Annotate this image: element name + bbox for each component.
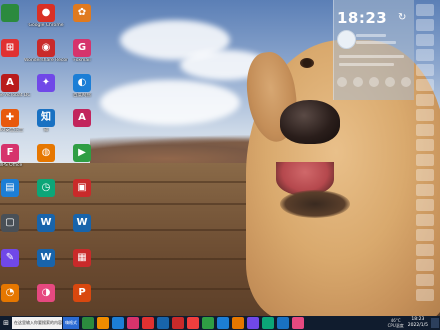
app-icon: ▣ (73, 179, 91, 197)
desktop-icon[interactable]: ▦ (60, 247, 104, 285)
weather-time: 18:23 (337, 9, 388, 27)
app-icon: ◑ (37, 284, 55, 302)
taskbar: ⊞ 在这里输入你要搜索的内容 嗨格式 46°C CPU温度 18:23 2022… (0, 316, 440, 330)
app-icon: ✿ (73, 4, 91, 22)
side-widget-item[interactable] (416, 244, 434, 256)
side-widget-item[interactable] (416, 199, 434, 211)
app-icon: ▦ (73, 249, 91, 267)
taskbar-app-icon[interactable] (82, 317, 94, 329)
search-input[interactable]: 在这里输入你要搜索的内容 (12, 317, 62, 329)
right-widget-strip (414, 0, 440, 316)
dog-nose (280, 100, 340, 144)
weather-line (339, 55, 404, 58)
taskbar-app-icon[interactable] (247, 317, 259, 329)
side-widget-item[interactable] (416, 214, 434, 226)
cloud (100, 80, 240, 125)
app-icon: ⊞ (1, 39, 19, 57)
app-icon: ◐ (73, 74, 91, 92)
app-icon: ▢ (1, 214, 19, 232)
app-icon: ◷ (37, 179, 55, 197)
side-widget-item[interactable] (416, 259, 434, 271)
side-widget-item[interactable] (416, 124, 434, 136)
taskbar-app-icon[interactable] (277, 317, 289, 329)
weather-widget[interactable]: 18:23 ↻ (333, 0, 414, 100)
desktop-icons: ●Google Chrome✿⊞◉Wondershare RecorderGFo… (0, 0, 110, 316)
desktop-icon[interactable]: G Foxmail (60, 37, 104, 75)
tray-clock[interactable]: 18:23 2022/1/5 (408, 317, 428, 329)
taskbar-app-icon[interactable] (217, 317, 229, 329)
taskbar-app-icon[interactable] (262, 317, 274, 329)
side-widget-item[interactable] (416, 34, 434, 46)
side-widget-item[interactable] (416, 139, 434, 151)
side-widget-item[interactable] (416, 109, 434, 121)
side-widget-item[interactable] (416, 184, 434, 196)
desktop-icon[interactable]: ✿ (60, 2, 104, 40)
app-icon: G (73, 39, 91, 57)
app-icon: A (73, 109, 91, 127)
weather-line (356, 34, 386, 37)
app-icon: ◔ (1, 284, 19, 302)
side-widget-item[interactable] (416, 4, 434, 16)
taskbar-app-icon[interactable] (292, 317, 304, 329)
taskbar-apps (79, 317, 304, 329)
app-icon: 知 (37, 109, 55, 127)
side-widget-item[interactable] (416, 229, 434, 241)
start-icon[interactable]: ⊞ (0, 316, 12, 330)
show-desktop-button[interactable] (431, 318, 439, 328)
app-icon: W (73, 214, 91, 232)
taskbar-app-icon[interactable] (112, 317, 124, 329)
side-widget-item[interactable] (416, 274, 434, 286)
desktop-icon-label: Foxmail (73, 58, 91, 63)
weather-line (339, 63, 394, 66)
side-widget-item[interactable] (416, 49, 434, 61)
app-icon: ● (37, 4, 55, 22)
taskbar-active-button[interactable]: 嗨格式 (63, 317, 79, 329)
cloud-icon (337, 30, 356, 49)
app-icon: A (1, 74, 19, 92)
weather-line (356, 41, 396, 44)
dog-chin (280, 190, 350, 218)
taskbar-app-icon[interactable] (232, 317, 244, 329)
app-icon (1, 4, 19, 22)
taskbar-app-icon[interactable] (97, 317, 109, 329)
taskbar-app-icon[interactable] (157, 317, 169, 329)
side-widget-item[interactable] (416, 289, 434, 301)
desktop-icon[interactable]: P (60, 282, 104, 320)
app-icon: ✦ (37, 74, 55, 92)
desktop-icon[interactable]: A (60, 107, 104, 145)
app-icon: F (1, 144, 19, 162)
taskbar-app-icon[interactable] (187, 317, 199, 329)
side-widget-item[interactable] (416, 19, 434, 31)
desktop-icon-label: 百度网盘 (73, 93, 91, 98)
side-widget-item[interactable] (416, 64, 434, 76)
forecast-row (337, 77, 411, 87)
app-icon: ✚ (1, 109, 19, 127)
taskbar-app-icon[interactable] (142, 317, 154, 329)
app-icon: ◍ (37, 144, 55, 162)
taskbar-app-icon[interactable] (172, 317, 184, 329)
app-icon: ▶ (73, 144, 91, 162)
app-icon: W (37, 214, 55, 232)
system-tray: 46°C CPU温度 18:23 2022/1/5 (388, 316, 440, 330)
side-widget-item[interactable] (416, 94, 434, 106)
desktop-icon[interactable]: ◐ 百度网盘 (60, 72, 104, 110)
taskbar-app-icon[interactable] (202, 317, 214, 329)
desktop-icon[interactable]: ▶ (60, 142, 104, 180)
taskbar-app-icon[interactable] (127, 317, 139, 329)
app-icon: ▤ (1, 179, 19, 197)
app-icon: W (37, 249, 55, 267)
app-icon: ✎ (1, 249, 19, 267)
dog-eye (300, 58, 314, 68)
side-widget-item[interactable] (416, 169, 434, 181)
app-icon: ◉ (37, 39, 55, 57)
desktop-icon[interactable]: W (60, 212, 104, 250)
tray-cpu-temp[interactable]: 46°C CPU温度 (388, 318, 404, 328)
side-widget-item[interactable] (416, 154, 434, 166)
desktop-icon[interactable]: ▣ (60, 177, 104, 215)
app-icon: P (73, 284, 91, 302)
refresh-icon[interactable]: ↻ (398, 12, 406, 23)
side-widget-item[interactable] (416, 79, 434, 91)
